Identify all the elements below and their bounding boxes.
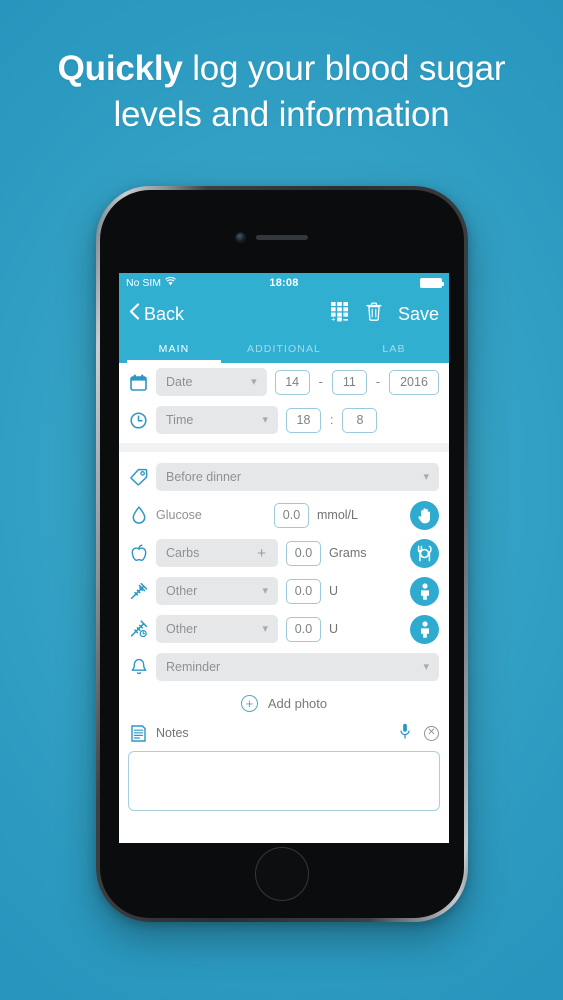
date-separator-2: - (375, 375, 380, 389)
tab-lab[interactable]: LAB (339, 335, 449, 363)
add-photo-button[interactable]: + Add photo (119, 686, 449, 720)
svg-text:+: + (331, 314, 336, 321)
headline-bold: Quickly (57, 49, 183, 88)
date-select[interactable]: Date ▾ (156, 368, 267, 396)
reminder-select[interactable]: Reminder ▾ (156, 653, 439, 681)
back-button[interactable]: Back (129, 303, 184, 325)
hour-input[interactable]: 18 (286, 407, 321, 433)
carbs-row: Carbs + 0.0 Grams (119, 534, 449, 572)
phone-frame: No SIM 18:08 Back + Save MAIN ADDITIONAL… (96, 186, 468, 922)
headline-rest: log your blood sugar (182, 49, 506, 88)
status-bar-time: 18:08 (269, 277, 299, 289)
nav-actions: + Save (330, 301, 439, 327)
meal-plate-icon[interactable] (410, 538, 439, 568)
headline-line2: levels and information (113, 95, 450, 134)
insulin-1-unit: U (329, 584, 339, 598)
calculator-icon[interactable]: + (330, 301, 350, 327)
chevron-down-icon: ▾ (262, 413, 268, 426)
phone-screen: No SIM 18:08 Back + Save MAIN ADDITIONAL… (119, 273, 449, 843)
carbs-input[interactable]: 0.0 (286, 540, 321, 566)
glucose-label: Glucose (156, 508, 202, 522)
year-input[interactable]: 2016 (389, 369, 439, 395)
chevron-down-icon: ▾ (251, 375, 257, 388)
date-separator-1: - (318, 375, 323, 389)
person-icon[interactable] (410, 614, 439, 644)
tab-main[interactable]: MAIN (119, 335, 229, 363)
insulin-2-select[interactable]: Other ▾ (156, 615, 278, 643)
notes-tools: ✕ (400, 723, 439, 744)
clear-circle-icon[interactable]: ✕ (424, 725, 439, 741)
carbs-label: Carbs (166, 546, 200, 560)
tab-additional[interactable]: ADDITIONAL (229, 335, 339, 363)
plus-icon: + (257, 544, 266, 562)
insulin-2-unit: U (329, 622, 339, 636)
hand-icon[interactable] (410, 500, 439, 530)
carbs-select[interactable]: Carbs + (156, 539, 278, 567)
syringe-clock-icon (129, 620, 148, 639)
date-select-label: Date (166, 375, 193, 389)
notes-input[interactable] (128, 751, 440, 811)
reminder-row: Reminder ▾ (119, 648, 449, 686)
time-separator: : (330, 413, 334, 427)
entry-form: Date ▾ 14 - 11 - 2016 Time ▾ 18: 8 Befo… (119, 363, 449, 843)
insulin-2-label: Other (166, 622, 198, 636)
battery-full-icon (420, 278, 444, 288)
earpiece-speaker (256, 235, 308, 240)
insulin-row-2: Other ▾ 0.0 U (119, 610, 449, 648)
time-select-label: Time (166, 413, 194, 427)
meal-tag-label: Before dinner (166, 470, 242, 484)
chevron-down-icon: ▾ (423, 470, 429, 483)
calendar-icon (129, 373, 148, 392)
chevron-down-icon: ▾ (423, 660, 429, 673)
save-button[interactable]: Save (398, 304, 439, 325)
phone-body: No SIM 18:08 Back + Save MAIN ADDITIONAL… (100, 190, 464, 918)
chevron-down-icon: ▾ (262, 622, 268, 635)
insulin-2-input[interactable]: 0.0 (286, 616, 321, 642)
carbs-unit: Grams (329, 546, 367, 560)
status-bar: No SIM 18:08 (119, 273, 449, 293)
reminder-label: Reminder (166, 660, 221, 674)
section-divider (119, 443, 449, 452)
day-input[interactable]: 14 (274, 369, 310, 395)
insulin-1-select[interactable]: Other ▾ (156, 577, 278, 605)
front-camera-icon (236, 233, 245, 242)
apple-icon (129, 544, 148, 563)
status-bar-right (420, 278, 444, 288)
glucose-row: Glucose 0.0 mmol/L (119, 496, 449, 534)
meal-tag-row: Before dinner ▾ (119, 458, 449, 496)
notes-document-icon (129, 724, 148, 743)
minute-input[interactable]: 8 (342, 407, 378, 433)
month-input[interactable]: 11 (331, 369, 367, 395)
person-icon[interactable] (410, 576, 439, 606)
back-label: Back (144, 303, 185, 324)
page-title: Quickly log your blood sugar levels and … (0, 46, 563, 138)
time-select[interactable]: Time ▾ (156, 406, 278, 434)
chevron-down-icon: ▾ (262, 584, 268, 597)
droplet-icon (129, 506, 148, 525)
time-row: Time ▾ 18 : 8 (119, 401, 449, 439)
microphone-icon[interactable] (400, 723, 410, 744)
trash-icon[interactable] (366, 302, 382, 326)
navigation-bar: Back + Save (119, 293, 449, 335)
syringe-icon (129, 582, 148, 601)
date-row: Date ▾ 14 - 11 - 2016 (119, 363, 449, 401)
insulin-1-input[interactable]: 0.0 (286, 578, 321, 604)
tab-bar: MAIN ADDITIONAL LAB (119, 335, 449, 363)
glucose-unit: mmol/L (317, 508, 358, 522)
tag-icon (129, 468, 148, 487)
clock-icon (129, 411, 148, 430)
insulin-1-label: Other (166, 584, 198, 598)
insulin-row-1: Other ▾ 0.0 U (119, 572, 449, 610)
notes-header: Notes ✕ (119, 720, 449, 746)
chevron-left-icon (129, 303, 140, 325)
bell-icon (129, 658, 148, 677)
meal-tag-select[interactable]: Before dinner ▾ (156, 463, 439, 491)
home-button[interactable] (255, 847, 309, 901)
glucose-input[interactable]: 0.0 (274, 502, 309, 528)
add-photo-label: Add photo (267, 695, 328, 711)
notes-label: Notes (156, 726, 189, 740)
plus-circle-icon: + (240, 694, 258, 712)
